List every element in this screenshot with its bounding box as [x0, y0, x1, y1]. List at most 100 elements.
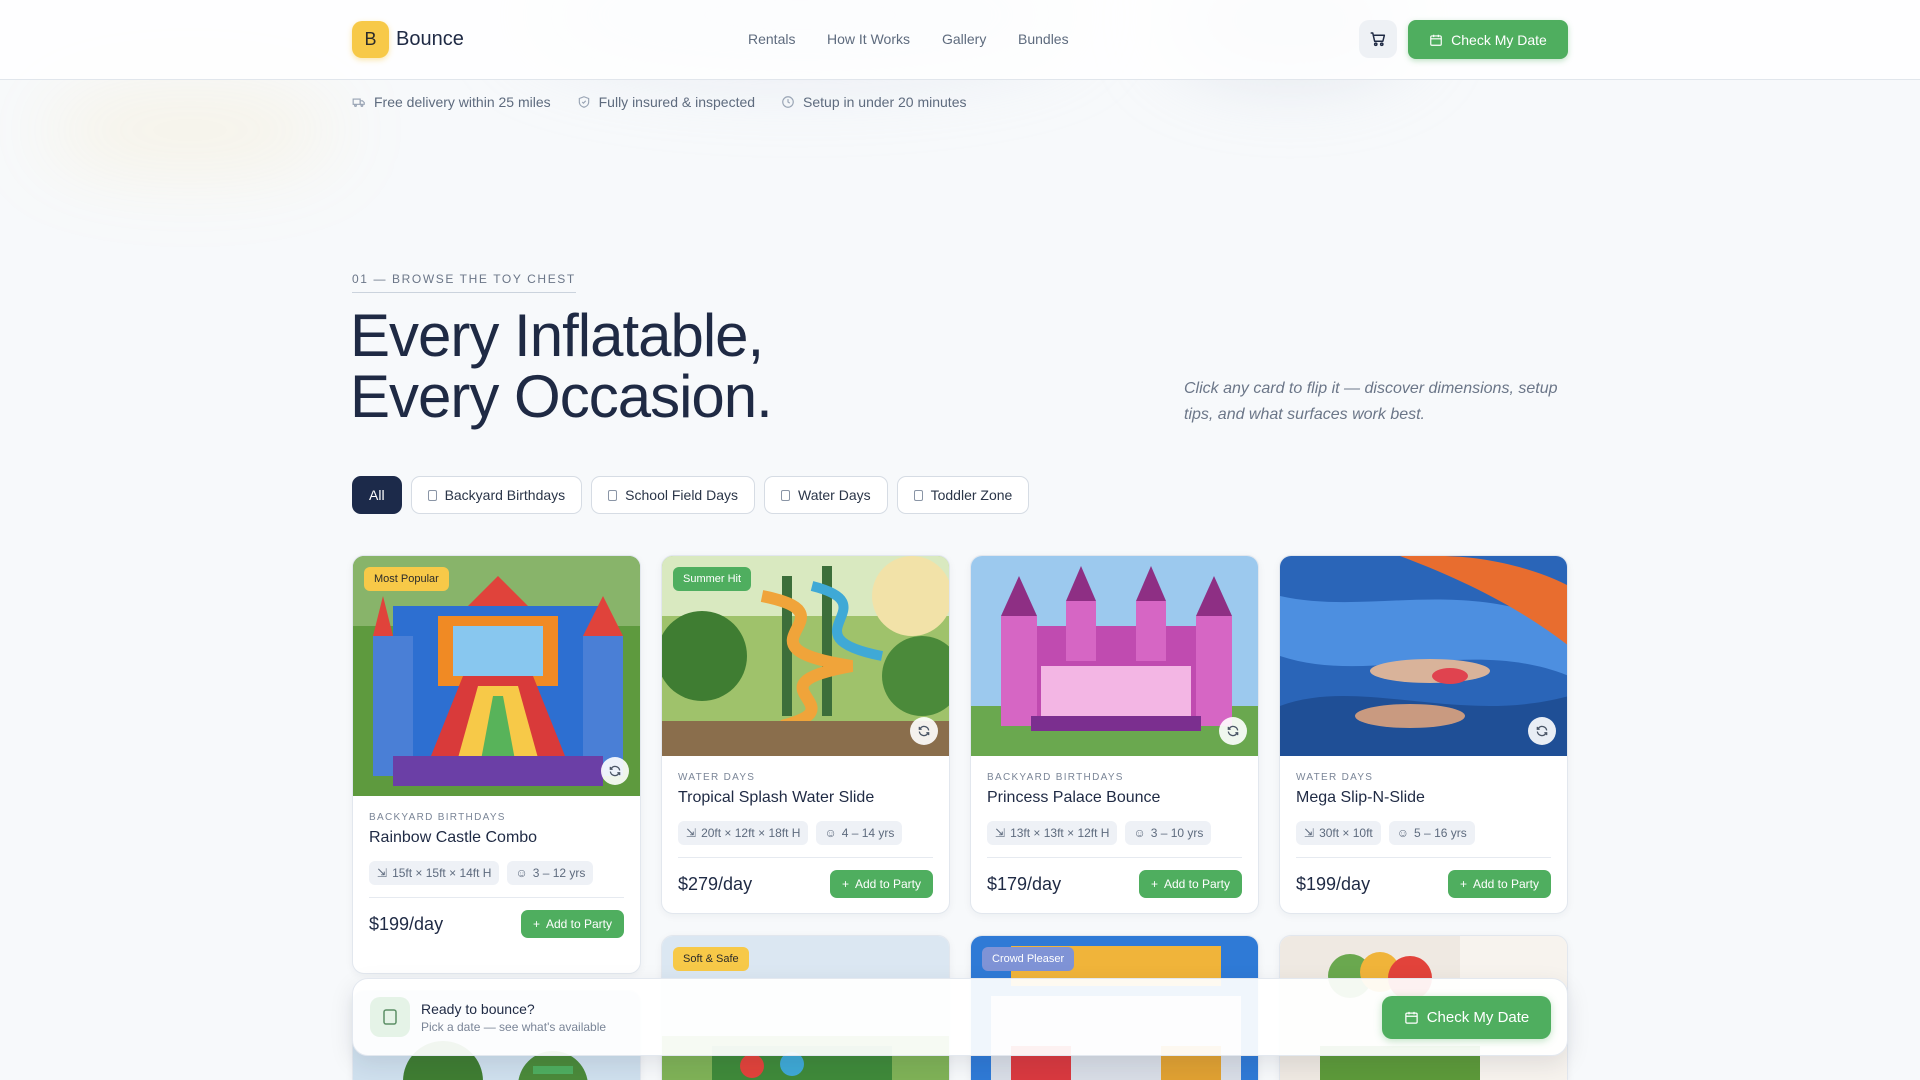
add-label: Add to Party [545, 917, 612, 931]
add-to-party-button[interactable]: + Add to Party [829, 870, 933, 898]
flip-card-button[interactable] [1528, 717, 1556, 745]
filter-water-days[interactable]: Water Days [764, 476, 888, 514]
water-icon [781, 489, 790, 501]
flip-hint: Click any card to flip it — discover dim… [1184, 380, 1558, 423]
product-badge: Soft & Safe [673, 947, 749, 971]
ruler-icon: ⇲ [377, 866, 388, 880]
filter-water-label: Water Days [798, 487, 871, 503]
users-icon: ☺ [515, 866, 528, 880]
add-label: Add to Party [854, 877, 921, 891]
perk-delivery-text: Free delivery within 25 miles [374, 94, 551, 110]
perk-delivery: Free delivery within 25 miles [352, 92, 551, 112]
age-text: 5 – 16 yrs [1414, 826, 1467, 840]
nav-how-it-works[interactable]: How It Works [827, 31, 910, 47]
calendar-icon [1404, 1011, 1418, 1024]
card-footer: $199/day + Add to Party [369, 910, 624, 938]
product-specs: ⇲ 13ft × 13ft × 12ft H ☺ 3 – 10 yrs [987, 821, 1242, 845]
plus-icon: + [1459, 877, 1467, 891]
cart-icon [1370, 32, 1386, 47]
title-line-1: Every Inflatable, [350, 302, 764, 369]
ruler-icon: ⇲ [995, 826, 1006, 840]
add-to-party-button[interactable]: + Add to Party [520, 910, 624, 938]
product-card[interactable]: Summer Hit WATER DAYS Tropical Splash Wa… [661, 555, 950, 914]
perk-insured: Fully insured & inspected [577, 92, 755, 112]
product-body: BACKYARD BIRTHDAYS Princess Palace Bounc… [971, 756, 1258, 913]
filter-all-label: All [369, 487, 385, 503]
size-text: 15ft × 15ft × 14ft H [392, 866, 492, 880]
filter-backyard-birthdays[interactable]: Backyard Birthdays [410, 476, 583, 514]
ruler-icon: ⇲ [1304, 826, 1315, 840]
flip-card-button[interactable] [1219, 717, 1247, 745]
filter-school-field-days[interactable]: School Field Days [591, 476, 755, 514]
nav-gallery[interactable]: Gallery [942, 31, 986, 47]
perk-setup-text: Setup in under 20 minutes [803, 94, 967, 110]
refresh-icon [609, 765, 621, 777]
nav-rentals[interactable]: Rentals [748, 31, 795, 47]
cart-button[interactable] [1359, 20, 1397, 58]
calendar-outline-icon [383, 1009, 397, 1025]
size-text: 30ft × 10ft [1319, 826, 1373, 840]
page-title: Every Inflatable, Every Occasion. [350, 302, 773, 430]
sticky-subtitle: Pick a date — see what's available [421, 1020, 607, 1034]
calendar-badge-icon [370, 997, 410, 1037]
product-card[interactable]: BACKYARD BIRTHDAYS Princess Palace Bounc… [970, 555, 1259, 914]
princess-castle-illustration [971, 556, 1258, 756]
age-text: 4 – 14 yrs [841, 826, 895, 840]
school-icon [608, 489, 618, 501]
age-spec: ☺ 4 – 14 yrs [816, 821, 903, 845]
add-label: Add to Party [1472, 877, 1539, 891]
card-footer: $279/day + Add to Party [678, 870, 933, 898]
refresh-icon [1536, 725, 1548, 737]
age-text: 3 – 12 yrs [532, 866, 586, 880]
filter-toddler-zone[interactable]: Toddler Zone [896, 476, 1030, 514]
age-spec: ☺ 3 – 10 yrs [1125, 821, 1212, 845]
product-category: BACKYARD BIRTHDAYS [987, 772, 1124, 783]
warm-glow [40, 90, 340, 170]
brand-name[interactable]: Bounce [396, 28, 464, 51]
product-badge: Crowd Pleaser [982, 947, 1075, 971]
nav-bundles[interactable]: Bundles [1018, 31, 1069, 47]
add-to-party-button[interactable]: + Add to Party [1138, 870, 1242, 898]
sticky-title: Ready to bounce? [421, 1001, 535, 1017]
section-eyebrow: 01 — BROWSE THE TOY CHEST [352, 272, 576, 293]
filter-backyard-label: Backyard Birthdays [444, 487, 566, 503]
product-badge: Summer Hit [673, 567, 752, 591]
product-image: Summer Hit [662, 556, 949, 756]
sticky-check-date-button[interactable]: Check My Date [1382, 996, 1551, 1039]
card-divider [987, 857, 1242, 858]
title-line-2: Every Occasion. [350, 363, 773, 430]
filter-all[interactable]: All [352, 476, 402, 514]
age-text: 3 – 10 yrs [1150, 826, 1204, 840]
filter-chips: All Backyard Birthdays School Field Days… [352, 476, 1030, 514]
plus-icon: + [532, 917, 540, 931]
add-to-party-button[interactable]: + Add to Party [1447, 870, 1551, 898]
product-title: Tropical Splash Water Slide [678, 789, 875, 806]
product-card[interactable]: Most Popular BACKYARD BIRTHDAYS Rainbow … [352, 555, 641, 974]
card-footer: $179/day + Add to Party [987, 870, 1242, 898]
filter-toddler-label: Toddler Zone [930, 487, 1013, 503]
size-spec: ⇲ 13ft × 13ft × 12ft H [987, 821, 1118, 845]
product-specs: ⇲ 20ft × 12ft × 18ft H ☺ 4 – 14 yrs [678, 821, 933, 845]
size-text: 20ft × 12ft × 18ft H [701, 826, 801, 840]
check-date-button[interactable]: Check My Date [1408, 20, 1568, 59]
cake-icon [427, 489, 437, 501]
sticky-cta-label: Check My Date [1426, 1009, 1530, 1026]
product-specs: ⇲ 30ft × 10ft ☺ 5 – 16 yrs [1296, 821, 1551, 845]
refresh-icon [918, 725, 930, 737]
product-price: $179/day [987, 873, 1062, 894]
shield-icon [578, 96, 589, 108]
users-icon: ☺ [824, 826, 837, 840]
brand-logo[interactable]: B [352, 21, 389, 58]
card-divider [369, 897, 624, 898]
product-body: WATER DAYS Tropical Splash Water Slide ⇲… [662, 756, 949, 913]
flip-card-button[interactable] [910, 717, 938, 745]
product-badge: Most Popular [364, 567, 449, 591]
ruler-icon: ⇲ [686, 826, 697, 840]
filter-school-label: School Field Days [625, 487, 738, 503]
slip-n-slide-illustration [1280, 556, 1567, 756]
product-image [1280, 556, 1567, 756]
top-navigation-bar: B Bounce Rentals How It Works Gallery Bu… [0, 0, 1920, 80]
flip-card-button[interactable] [601, 757, 629, 785]
check-date-label: Check My Date [1451, 31, 1547, 48]
product-card[interactable]: WATER DAYS Mega Slip-N-Slide ⇲ 30ft × 10f… [1279, 555, 1568, 914]
